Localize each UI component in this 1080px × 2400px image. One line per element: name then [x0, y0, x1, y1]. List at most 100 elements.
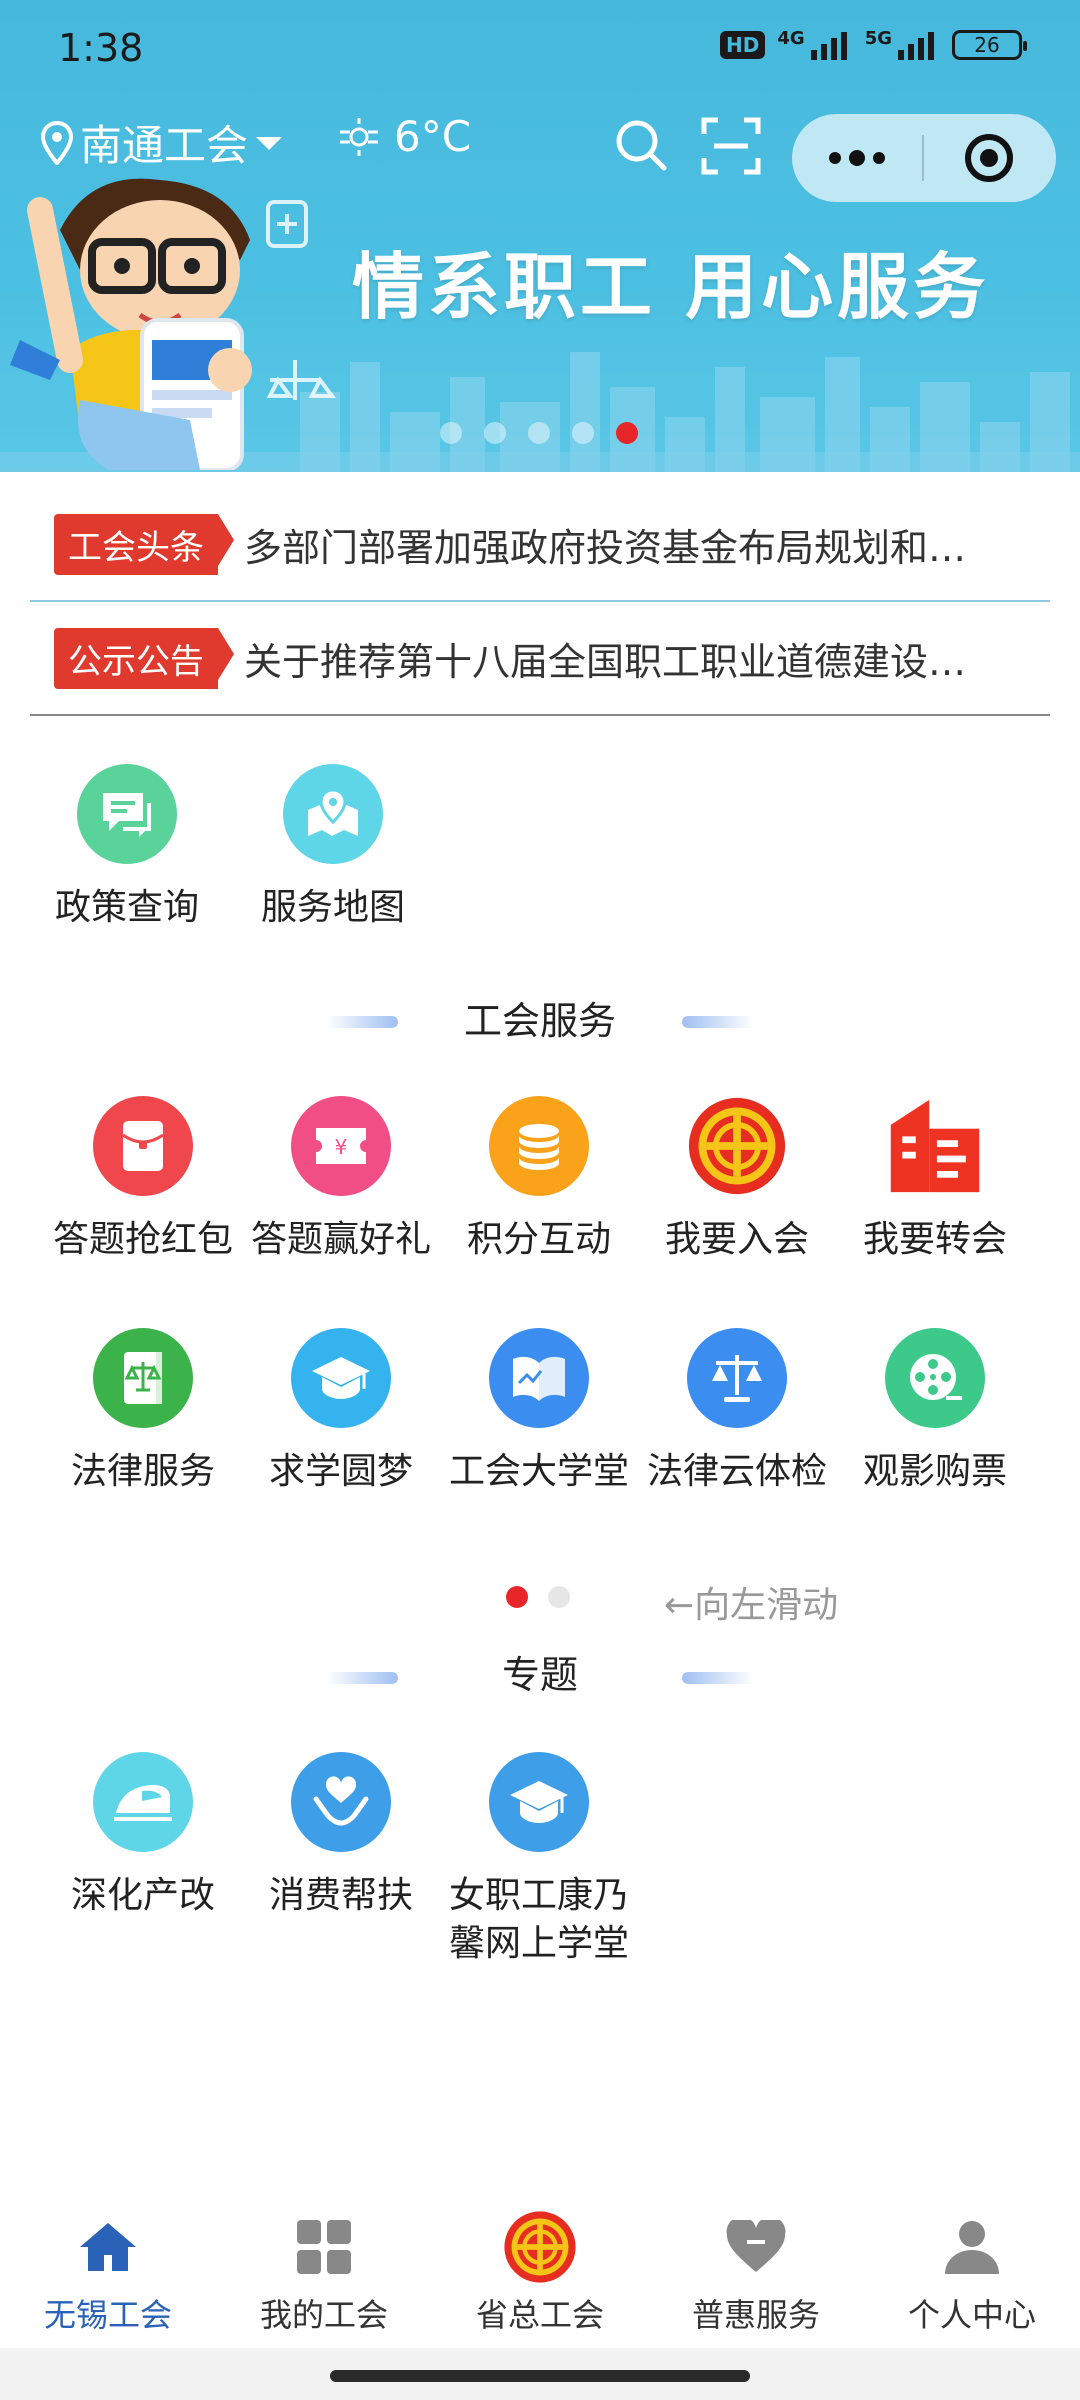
temperature: 6°C	[394, 112, 472, 161]
service-join-union[interactable]: 我要入会	[638, 1096, 836, 1264]
banner-dot	[572, 422, 594, 444]
signal-icon	[810, 32, 847, 60]
tab-provincial-union[interactable]: 省总工会	[432, 2198, 648, 2348]
news-tag: 工会头条	[54, 513, 234, 575]
service-label: 观影购票	[862, 1451, 1007, 1492]
page-dot-active	[506, 1586, 528, 1608]
banner-dot	[528, 422, 550, 444]
banner-dot	[484, 422, 506, 444]
home-indicator[interactable]	[330, 2370, 750, 2382]
tab-label: 无锡工会	[43, 2296, 172, 2334]
law-book-icon	[93, 1328, 193, 1428]
quick-link-label: 服务地图	[260, 887, 405, 928]
service-label: 我要转会	[862, 1219, 1007, 1260]
topic-women-health-school[interactable]: 女职工康乃 馨网上学堂	[440, 1752, 638, 1968]
service-legal[interactable]: 法律服务	[44, 1328, 242, 1496]
miniprogram-capsule[interactable]	[792, 114, 1056, 202]
red-envelope-icon	[93, 1096, 193, 1196]
tab-my-union[interactable]: 我的工会	[216, 2198, 432, 2348]
service-pagination	[506, 1586, 570, 1608]
status-bar: 1:38 HD 4G 5G 26	[0, 0, 1080, 100]
topic-label-line1: 女职工康乃	[448, 1875, 629, 1916]
heart-hands-icon	[291, 1752, 391, 1852]
grid-icon	[216, 2212, 432, 2282]
quick-link-policy[interactable]: 政策查询	[28, 764, 226, 932]
service-label: 积分互动	[466, 1219, 611, 1260]
building-icon	[885, 1096, 985, 1196]
tab-label: 省总工会	[475, 2296, 604, 2334]
bottom-tab-bar: 无锡工会 我的工会 省总工会 普惠服务 个人中心	[0, 2198, 1080, 2348]
topic-label: 消费帮扶	[268, 1875, 413, 1916]
coins-icon	[489, 1096, 589, 1196]
banner-dot	[440, 422, 462, 444]
service-movie-tickets[interactable]: 观影购票	[836, 1328, 1034, 1496]
ticket-icon: ¥	[291, 1096, 391, 1196]
tab-wuxi-union[interactable]: 无锡工会	[0, 2198, 216, 2348]
open-book-icon	[489, 1328, 589, 1428]
network-5g-label: 5G	[864, 27, 892, 49]
quick-link-label: 政策查询	[54, 887, 199, 928]
page-dot	[548, 1586, 570, 1608]
section-title-union-services: 工会服务	[463, 999, 616, 1043]
banner-pagination	[440, 422, 638, 444]
target-close-icon	[965, 134, 1013, 182]
status-icons: HD 4G 5G 26	[720, 27, 1027, 60]
swipe-hint: ←向左滑动	[664, 1585, 839, 1626]
status-time: 1:38	[58, 26, 144, 70]
scan-icon[interactable]	[700, 116, 762, 176]
service-label: 答题抢红包	[52, 1219, 233, 1260]
banner[interactable]: 1:38 HD 4G 5G 26 南通工会 6°C 情系职工 用心服务	[0, 0, 1080, 472]
section-decoration-right	[682, 1016, 754, 1028]
banner-slogan: 情系职工 用心服务	[352, 245, 990, 329]
map-pin-icon	[283, 764, 383, 864]
service-label: 求学圆梦	[268, 1451, 413, 1492]
hd-badge: HD	[720, 31, 766, 59]
tab-personal-center[interactable]: 个人中心	[864, 2198, 1080, 2348]
banner-dot-active	[616, 422, 638, 444]
service-quiz-gift[interactable]: ¥ 答题赢好礼	[242, 1096, 440, 1264]
section-decoration-right	[682, 1672, 754, 1684]
tab-label: 我的工会	[259, 2296, 388, 2334]
more-menu-button[interactable]	[792, 114, 922, 202]
union-emblem-icon	[432, 2211, 648, 2283]
heart-icon	[648, 2212, 864, 2282]
service-union-university[interactable]: 工会大学堂	[440, 1328, 638, 1496]
person-icon	[864, 2212, 1080, 2282]
announcement-text[interactable]: 关于推荐第十八届全国职工职业道德建设…	[236, 631, 1050, 686]
service-points[interactable]: 积分互动	[440, 1096, 638, 1264]
announcement-row[interactable]: 公示公告 关于推荐第十八届全国职工职业道德建设…	[30, 602, 1050, 716]
search-icon[interactable]	[612, 116, 672, 176]
service-label: 法律云体检	[646, 1451, 827, 1492]
signal-icon-2	[898, 32, 934, 60]
svg-text:¥: ¥	[335, 1135, 348, 1159]
service-label: 答题赢好礼	[250, 1219, 431, 1260]
topic-industrial-reform[interactable]: 深化产改	[44, 1752, 242, 1920]
service-label: 我要入会	[664, 1219, 809, 1260]
battery-indicator: 26	[952, 30, 1027, 60]
film-reel-icon	[885, 1328, 985, 1428]
topic-consumer-aid[interactable]: 消费帮扶	[242, 1752, 440, 1920]
chat-icon	[77, 764, 177, 864]
service-study[interactable]: 求学圆梦	[242, 1328, 440, 1496]
tab-label: 个人中心	[907, 2296, 1036, 2334]
service-label: 工会大学堂	[448, 1451, 629, 1492]
fog-weather-icon	[340, 117, 378, 156]
train-icon	[93, 1752, 193, 1852]
graduation-cap-icon	[291, 1328, 391, 1428]
close-miniprogram-button[interactable]	[924, 114, 1054, 202]
union-emblem-icon	[687, 1096, 787, 1196]
network-4g-label: 4G	[777, 27, 805, 49]
news-headline[interactable]: 多部门部署加强政府投资基金布局规划和…	[236, 517, 1050, 572]
news-headline-row[interactable]: 工会头条 多部门部署加强政府投资基金布局规划和…	[30, 488, 1050, 602]
service-transfer-union[interactable]: 我要转会	[836, 1096, 1034, 1264]
announcement-tag: 公示公告	[54, 627, 234, 689]
section-title-topics: 专题	[501, 1653, 578, 1697]
more-dots-icon	[829, 150, 885, 166]
quick-link-service-map[interactable]: 服务地图	[234, 764, 432, 932]
mascot-illustration	[10, 178, 336, 470]
topic-label-line2: 馨网上学堂	[448, 1923, 629, 1964]
tab-benefits[interactable]: 普惠服务	[648, 2198, 864, 2348]
service-quiz-red-envelope[interactable]: 答题抢红包	[44, 1096, 242, 1264]
service-legal-checkup[interactable]: 法律云体检	[638, 1328, 836, 1496]
topic-label: 深化产改	[70, 1875, 215, 1916]
